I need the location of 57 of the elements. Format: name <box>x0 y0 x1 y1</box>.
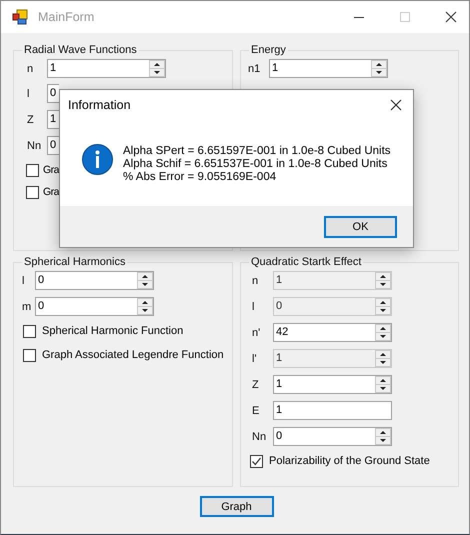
spin-field[interactable]: 42 <box>273 323 392 342</box>
field-label: m <box>21 300 32 312</box>
close-icon[interactable] <box>445 11 457 23</box>
checkbox[interactable] <box>26 186 39 198</box>
group-title: Radial Wave Functions <box>23 44 138 56</box>
spin-field[interactable]: 0 <box>273 427 392 446</box>
checkbox-label: Gra <box>43 186 60 198</box>
field-label: n <box>251 274 260 286</box>
group-title: Spherical Harmonics <box>23 256 126 268</box>
field-label: Nn <box>251 430 268 442</box>
ok-button[interactable]: OK <box>324 216 397 238</box>
message-text: % Abs Error = 9.055169E-004 <box>123 171 278 184</box>
group-title: Energy <box>250 44 287 56</box>
checkbox-label: Graph Associated Legendre Function <box>42 349 224 361</box>
field-label: Nn <box>26 140 42 152</box>
field-label: l <box>21 274 26 286</box>
app-icon <box>12 9 28 25</box>
group-title: Quadratic Startk Effect <box>250 256 362 268</box>
spin-arrows-icon[interactable] <box>375 428 391 445</box>
field-label: n1 <box>248 62 262 74</box>
spin-arrows-icon[interactable] <box>149 60 165 77</box>
spin-arrows-icon[interactable] <box>137 272 153 289</box>
field-label: l <box>251 300 256 312</box>
spin-field[interactable]: 1 <box>273 375 392 394</box>
checkbox-label: Gra <box>43 164 60 176</box>
spin-field[interactable]: 1 <box>269 59 388 78</box>
spin-arrows-icon[interactable] <box>137 298 153 315</box>
spin-field[interactable]: 0 <box>47 136 59 155</box>
dialog-title: Information <box>68 98 131 112</box>
graph-button[interactable]: Graph <box>200 496 274 517</box>
spin-field[interactable]: 1 <box>47 59 166 78</box>
checkbox[interactable] <box>250 454 263 468</box>
checkbox[interactable] <box>23 348 36 362</box>
field-label: E <box>251 404 260 416</box>
spin-field[interactable]: 0 <box>47 84 59 103</box>
field-label: Z <box>26 114 35 126</box>
info-icon <box>82 144 113 175</box>
field-label: l <box>26 88 30 100</box>
spin-field[interactable]: 0 <box>35 297 154 316</box>
checkbox[interactable] <box>26 164 39 176</box>
checkbox-label: Polarizability of the Ground State <box>269 455 430 467</box>
spin-arrows-icon[interactable] <box>375 376 391 393</box>
spin-field[interactable]: 0 <box>35 271 154 290</box>
field-label: l' <box>251 352 258 364</box>
checkbox[interactable] <box>23 324 36 338</box>
text-field[interactable]: 1 <box>273 401 392 420</box>
field-label: n' <box>251 326 262 338</box>
spin-arrows-icon[interactable] <box>371 60 387 77</box>
spin-field[interactable]: 1 <box>47 110 59 129</box>
field-label: Z <box>251 378 260 390</box>
message-text: Alpha Schif = 6.651537E-001 in 1.0e-8 Cubed Units <box>123 158 388 171</box>
message-text: Alpha SPert = 6.651597E-001 in 1.0e-8 Cubed Units <box>123 145 391 158</box>
window-title: MainForm <box>38 10 94 24</box>
close-icon[interactable] <box>390 99 402 111</box>
spin-arrows-icon[interactable] <box>375 324 391 341</box>
field-label: n <box>26 62 34 74</box>
checkbox-label: Spherical Harmonic Function <box>42 325 184 337</box>
